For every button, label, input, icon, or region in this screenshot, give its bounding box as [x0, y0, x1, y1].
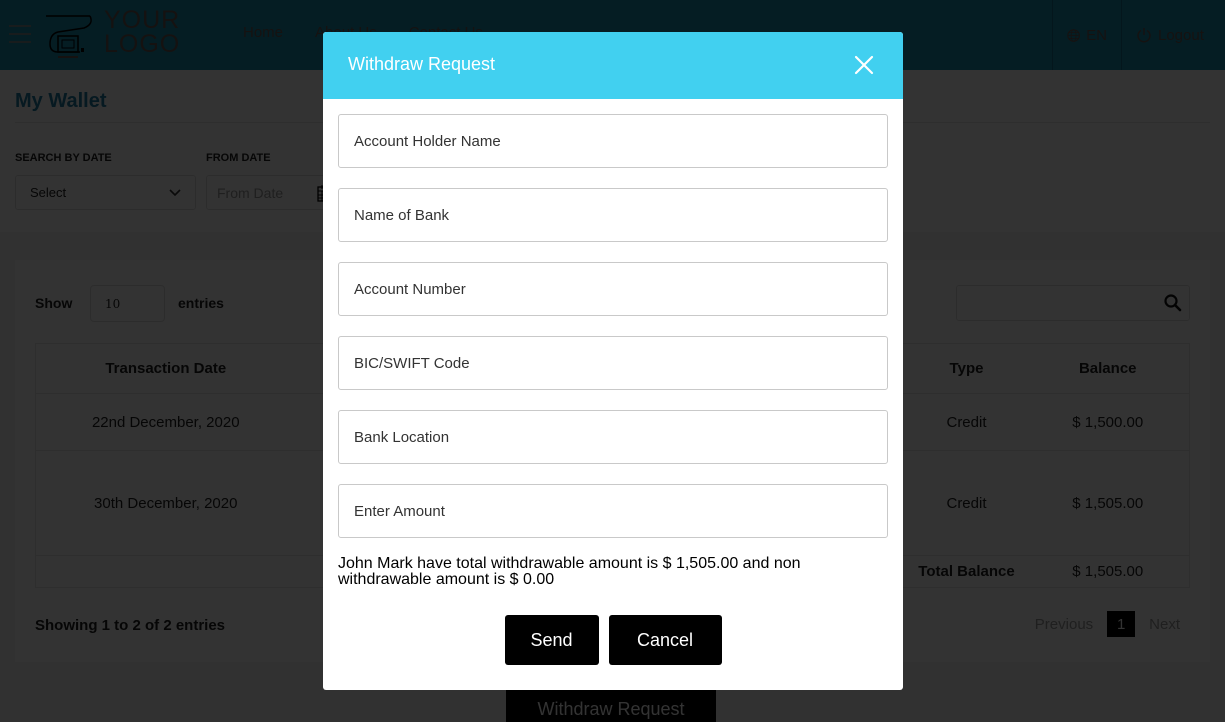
withdraw-request-modal: Withdraw Request John Mark have total wi…	[323, 32, 903, 690]
withdrawable-amount-note: John Mark have total withdrawable amount…	[338, 555, 801, 588]
close-icon[interactable]	[851, 52, 877, 78]
modal-title: Withdraw Request	[348, 54, 496, 74]
modal-header: Withdraw Request	[323, 32, 903, 99]
account-number-input[interactable]	[338, 262, 888, 316]
modal-actions: Send Cancel	[338, 615, 888, 665]
bic-swift-code-input[interactable]	[338, 336, 888, 390]
cancel-button[interactable]: Cancel	[608, 615, 722, 665]
account-holder-name-input[interactable]	[338, 114, 888, 168]
bank-name-input[interactable]	[338, 188, 888, 242]
modal-body: John Mark have total withdrawable amount…	[323, 99, 903, 665]
bank-location-input[interactable]	[338, 410, 888, 464]
send-button[interactable]: Send	[504, 615, 599, 665]
amount-input[interactable]	[338, 484, 888, 538]
